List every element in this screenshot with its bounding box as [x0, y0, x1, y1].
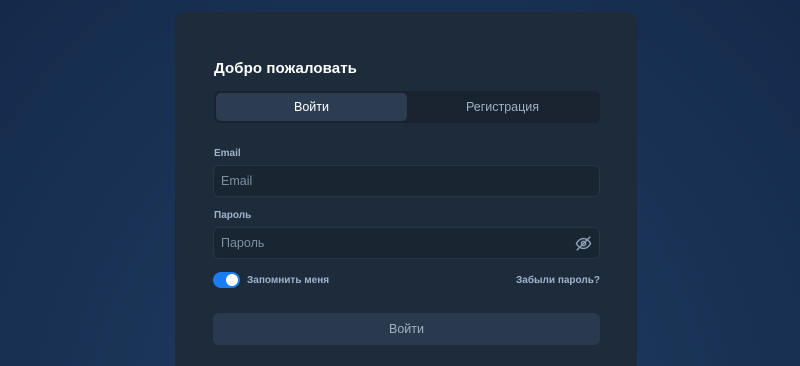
login-submit-button[interactable]: Войти: [213, 313, 600, 345]
remember-toggle[interactable]: [213, 272, 240, 288]
password-field[interactable]: [221, 236, 574, 250]
options-row: Запомнить меня Забыли пароль?: [213, 271, 600, 289]
eye-off-icon[interactable]: [574, 234, 592, 252]
auth-tabs: Войти Регистрация: [214, 91, 600, 123]
card-title: Добро пожаловать: [214, 60, 358, 77]
email-label: Email: [214, 148, 241, 159]
email-field-wrapper: [213, 165, 600, 197]
tab-login[interactable]: Войти: [216, 93, 407, 121]
remember-me: Запомнить меня: [213, 272, 329, 288]
toggle-knob: [226, 274, 238, 286]
remember-label: Запомнить меня: [247, 274, 330, 286]
password-label: Пароль: [214, 210, 252, 221]
email-field[interactable]: [221, 174, 592, 188]
tab-register[interactable]: Регистрация: [407, 93, 598, 121]
password-field-wrapper: [213, 227, 600, 259]
login-card: Добро пожаловать Войти Регистрация Email…: [175, 12, 637, 366]
forgot-password-link[interactable]: Забыли пароль?: [516, 275, 600, 286]
